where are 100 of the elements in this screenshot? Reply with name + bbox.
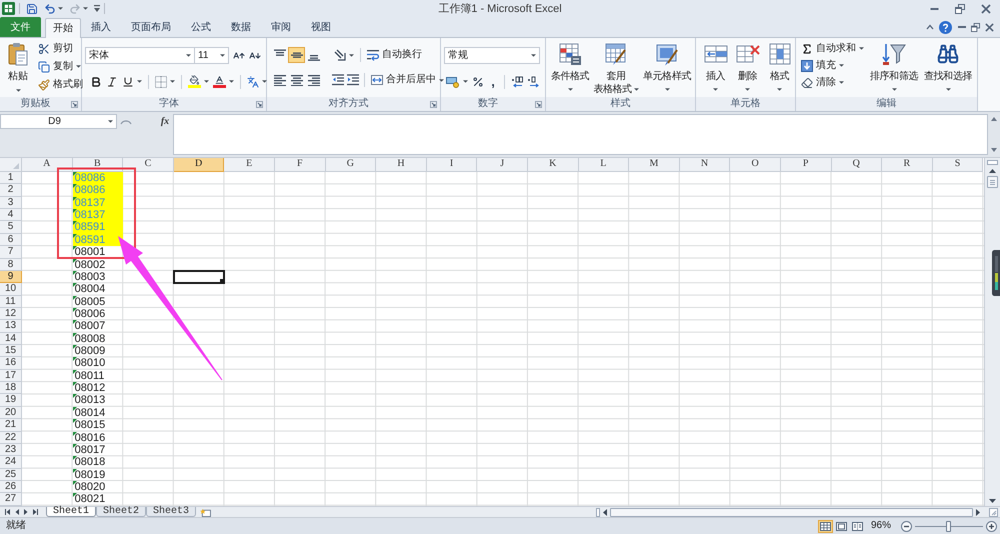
column-header[interactable]: C	[123, 158, 174, 172]
shrink-font-button[interactable]	[249, 50, 261, 62]
font-color-button[interactable]	[211, 73, 236, 90]
save-button[interactable]	[24, 2, 40, 16]
scroll-down-button[interactable]	[989, 499, 996, 503]
row-header[interactable]: 3	[0, 196, 22, 210]
format-painter-button[interactable]: 格式刷	[36, 76, 85, 93]
find-select-button[interactable]: 查找和选择	[922, 38, 974, 97]
font-name-field[interactable]: 宋体	[85, 47, 195, 64]
last-sheet-button[interactable]	[30, 507, 39, 517]
scroll-left-button[interactable]	[603, 508, 607, 516]
column-header[interactable]: R	[882, 158, 933, 172]
view-button[interactable]	[834, 520, 849, 532]
spreadsheet-cell[interactable]: 08006	[72, 308, 124, 320]
merge-center-button[interactable]: 合并后居中	[369, 72, 446, 88]
column-header[interactable]: J	[477, 158, 528, 172]
row-header[interactable]: 6	[0, 234, 22, 246]
ribbon-tab[interactable]: 视图	[301, 17, 341, 37]
spreadsheet-cell[interactable]: 08007	[72, 320, 124, 333]
orientation-button[interactable]	[332, 46, 356, 64]
vertical-scrollbar[interactable]	[984, 158, 1000, 506]
format-as-table-button[interactable]: 套用 表格格式	[593, 38, 639, 97]
cut-button[interactable]: 剪切	[36, 40, 85, 57]
spreadsheet-cell[interactable]: 08001	[72, 246, 124, 259]
spreadsheet-cell[interactable]: 08004	[72, 283, 124, 296]
row-header[interactable]: 21	[0, 419, 22, 432]
paste-button[interactable]: 粘贴	[3, 38, 33, 97]
font-size-field[interactable]: 11	[195, 47, 229, 64]
help-button[interactable]	[939, 20, 952, 34]
number-format-field[interactable]: 常规	[444, 47, 540, 64]
column-header[interactable]: Q	[832, 158, 882, 172]
column-header[interactable]: L	[578, 158, 630, 172]
spreadsheet-cell[interactable]: 08008	[72, 332, 124, 346]
row-header[interactable]: 12	[0, 308, 22, 320]
align-right-button[interactable]	[305, 72, 322, 88]
sort-filter-button[interactable]: 排序和筛选	[868, 38, 920, 97]
spreadsheet-cell[interactable]: 08015	[72, 419, 124, 432]
column-header[interactable]: K	[528, 158, 579, 172]
view-button[interactable]	[850, 520, 865, 532]
spreadsheet-cell[interactable]: 08018	[72, 456, 124, 469]
close-button[interactable]	[985, 22, 994, 32]
dialog-launcher-icon[interactable]	[430, 100, 437, 108]
fill-button[interactable]: 填充	[799, 57, 866, 74]
row-header[interactable]: 11	[0, 296, 22, 308]
sheet-tab[interactable]: Sheet3	[146, 507, 196, 517]
decrease-indent-button[interactable]	[330, 74, 345, 86]
spreadsheet-cell[interactable]: 08013	[72, 394, 124, 407]
row-header[interactable]: 7	[0, 246, 22, 259]
ribbon-tab[interactable]: 插入	[81, 17, 121, 37]
spreadsheet-cell[interactable]: 08011	[72, 370, 124, 382]
column-header[interactable]: M	[629, 158, 680, 172]
column-header[interactable]: S	[932, 158, 984, 172]
restore-button[interactable]	[952, 2, 968, 14]
row-header[interactable]: 5	[0, 221, 22, 234]
borders-button[interactable]	[153, 73, 177, 90]
ribbon-tab[interactable]: 页面布局	[121, 17, 181, 37]
resize-grip-icon[interactable]	[989, 508, 998, 516]
align-left-button[interactable]	[271, 72, 288, 88]
next-sheet-button[interactable]	[21, 507, 30, 517]
zoom-out-button[interactable]	[901, 520, 912, 532]
increase-indent-button[interactable]	[345, 74, 360, 86]
insert-cells-button[interactable]: 插入	[701, 38, 730, 97]
clear-button[interactable]: 清除	[799, 74, 866, 91]
autosum-button[interactable]: 自动求和	[799, 40, 866, 57]
wrap-text-button[interactable]: 自动换行	[365, 46, 424, 64]
comma-style-button[interactable]: ,	[486, 74, 500, 90]
ribbon-tab[interactable]: 公式	[181, 17, 221, 37]
slider-thumb[interactable]	[946, 520, 951, 532]
row-header[interactable]: 1	[0, 172, 22, 184]
dialog-launcher-icon[interactable]	[71, 100, 78, 108]
cell-styles-button[interactable]: 单元格样式	[641, 38, 693, 97]
ribbon-tab[interactable]: 数据	[221, 17, 261, 37]
grow-font-button[interactable]	[233, 50, 245, 62]
dialog-launcher-icon[interactable]	[256, 100, 263, 108]
restore-button[interactable]	[971, 22, 980, 32]
scroll-right-button[interactable]	[976, 508, 980, 516]
column-header[interactable]: D	[174, 158, 224, 172]
scroll-down-button[interactable]	[991, 148, 997, 152]
row-header[interactable]: 9	[0, 270, 22, 284]
column-header[interactable]: I	[426, 158, 478, 172]
row-header[interactable]: 13	[0, 320, 22, 333]
ribbon-tab[interactable]: 开始	[45, 18, 81, 38]
scroll-up-button[interactable]	[989, 169, 996, 173]
horizontal-scrollbar[interactable]	[596, 507, 1000, 517]
row-header[interactable]: 22	[0, 432, 22, 444]
spreadsheet-cell[interactable]: 08005	[72, 296, 124, 308]
column-header[interactable]: H	[376, 158, 427, 172]
delete-cells-button[interactable]: 删除	[733, 38, 762, 97]
first-sheet-button[interactable]	[3, 507, 12, 517]
row-header[interactable]: 14	[0, 332, 22, 346]
format-cells-button[interactable]: 格式	[765, 38, 794, 97]
spreadsheet-cell[interactable]: 08003	[72, 270, 124, 284]
row-header[interactable]: 19	[0, 394, 22, 407]
align-center-button[interactable]	[288, 72, 305, 88]
row-header[interactable]: 25	[0, 468, 22, 481]
zoom-in-button[interactable]	[986, 520, 997, 532]
column-header[interactable]: E	[224, 158, 275, 172]
column-header[interactable]: F	[274, 158, 326, 172]
spreadsheet-cell[interactable]: 08012	[72, 382, 124, 394]
row-header[interactable]: 26	[0, 480, 22, 494]
